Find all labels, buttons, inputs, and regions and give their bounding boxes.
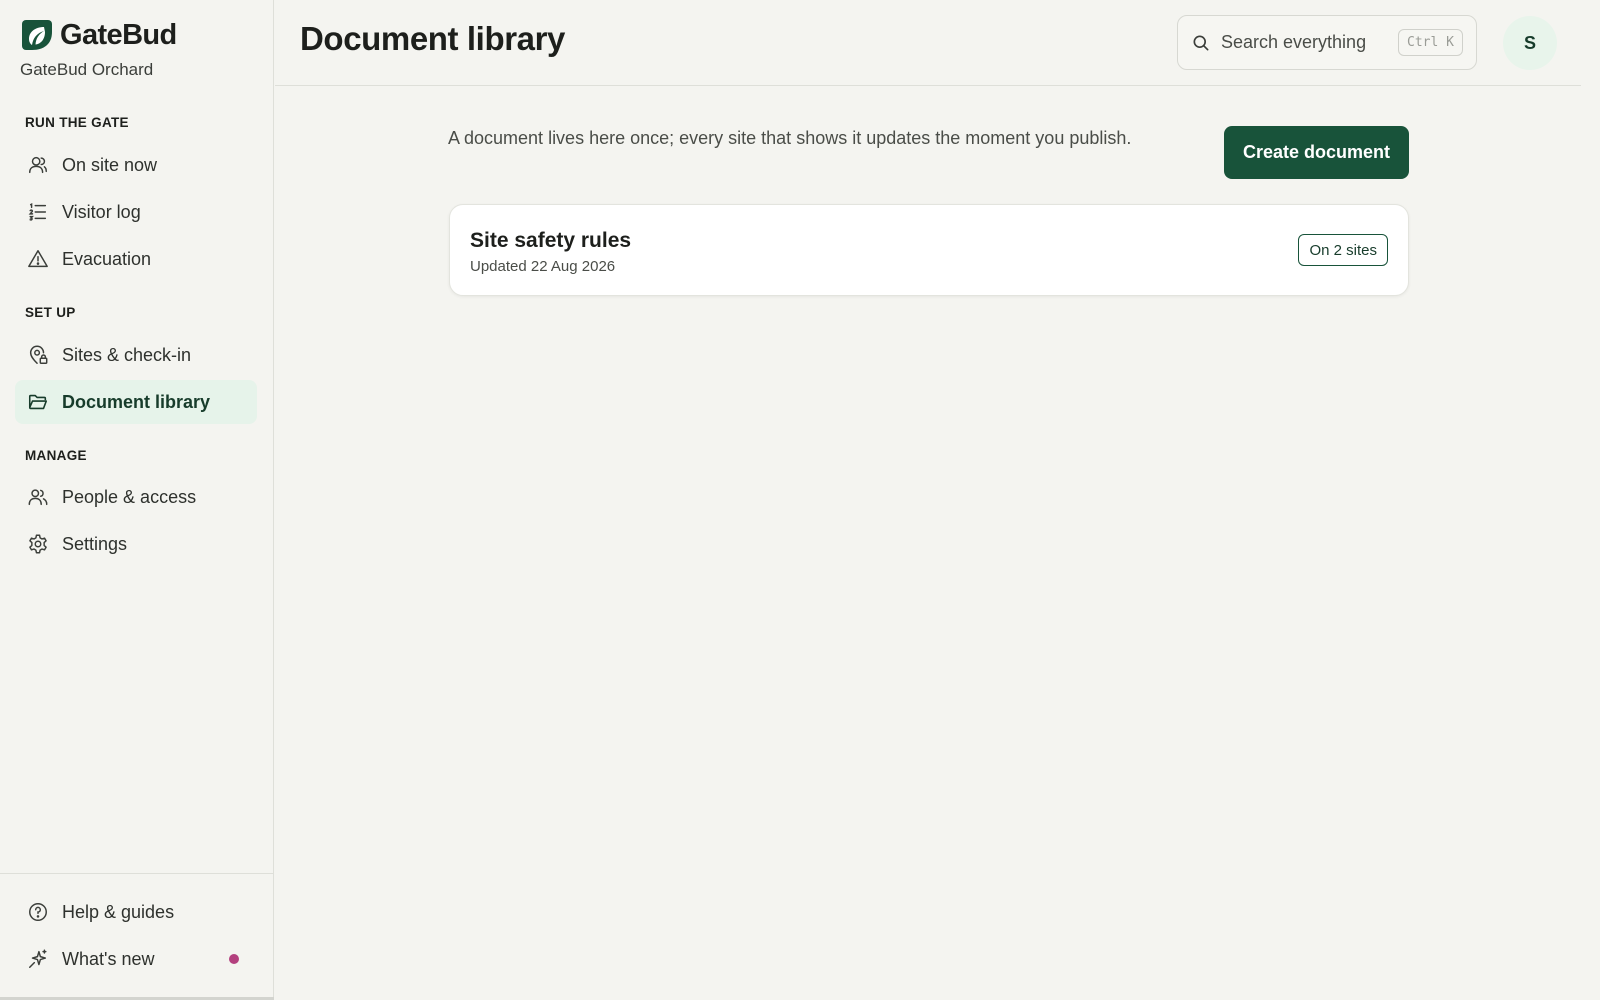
location-lock-icon bbox=[29, 345, 48, 364]
keyboard-shortcut-badge: Ctrl K bbox=[1398, 29, 1463, 56]
people-icon bbox=[28, 489, 48, 506]
sidebar-item-document-library[interactable]: Document library bbox=[15, 380, 257, 424]
brand-name: GateBud bbox=[60, 18, 177, 51]
sidebar-item-people-access[interactable]: People & access bbox=[15, 475, 257, 519]
person-icon bbox=[29, 156, 47, 174]
gear-icon bbox=[29, 534, 47, 554]
page-title: Document library bbox=[300, 20, 565, 57]
warning-icon bbox=[28, 250, 48, 268]
sidebar-item-label: Evacuation bbox=[62, 248, 152, 269]
intro-text: A document lives here once; every site t… bbox=[448, 128, 1132, 148]
folder-icon bbox=[28, 394, 48, 410]
brand[interactable]: GateBud bbox=[20, 18, 177, 52]
sidebar-item-whats-new[interactable]: What's new bbox=[15, 937, 257, 981]
help-icon bbox=[29, 903, 47, 921]
notification-dot bbox=[229, 954, 239, 964]
sidebar-item-label: Settings bbox=[62, 533, 128, 554]
create-document-button[interactable]: Create document bbox=[1224, 126, 1409, 179]
list-icon bbox=[28, 203, 47, 221]
sites-count-badge: On 2 sites bbox=[1298, 234, 1388, 266]
sidebar-item-visitor-log[interactable]: Visitor log bbox=[15, 190, 257, 234]
sidebar-item-label: What's new bbox=[62, 948, 155, 969]
search-placeholder: Search everything bbox=[1221, 32, 1367, 52]
sidebar-item-label: Sites & check-in bbox=[62, 344, 192, 365]
sidebar-divider bbox=[0, 873, 274, 874]
page-header: Document library Search everything Ctrl … bbox=[275, 0, 1581, 86]
document-card[interactable]: Site safety rules Updated 22 Aug 2026 On… bbox=[449, 204, 1409, 296]
section-label-manage: MANAGE bbox=[25, 448, 87, 463]
sidebar-item-settings[interactable]: Settings bbox=[15, 522, 257, 566]
sidebar-item-label: On site now bbox=[62, 154, 158, 175]
avatar[interactable]: S bbox=[1503, 16, 1557, 70]
sidebar-item-sites-check-in[interactable]: Sites & check-in bbox=[15, 333, 257, 377]
sidebar-item-label: People & access bbox=[62, 486, 197, 507]
search-icon bbox=[1193, 35, 1209, 51]
page-scroll-edge bbox=[1581, 0, 1600, 1000]
sidebar-item-label: Help & guides bbox=[62, 901, 175, 922]
document-updated: Updated 22 Aug 2026 bbox=[470, 258, 616, 275]
sidebar-item-evacuation[interactable]: Evacuation bbox=[15, 237, 257, 281]
org-name: GateBud Orchard bbox=[20, 60, 154, 79]
section-label-set-up: SET UP bbox=[25, 305, 76, 320]
sidebar: GateBud GateBud Orchard RUN THE GATE On … bbox=[0, 0, 274, 1000]
sidebar-item-label: Document library bbox=[62, 391, 211, 412]
sparkle-icon bbox=[29, 949, 47, 968]
document-title: Site safety rules bbox=[470, 229, 632, 252]
gatebud-logo-icon bbox=[22, 20, 52, 50]
sidebar-item-help-guides[interactable]: Help & guides bbox=[15, 890, 257, 934]
sidebar-item-on-site-now[interactable]: On site now bbox=[15, 143, 257, 187]
search-input[interactable]: Search everything Ctrl K bbox=[1177, 15, 1477, 70]
section-label-run-the-gate: RUN THE GATE bbox=[25, 115, 129, 130]
sidebar-item-label: Visitor log bbox=[62, 201, 141, 222]
